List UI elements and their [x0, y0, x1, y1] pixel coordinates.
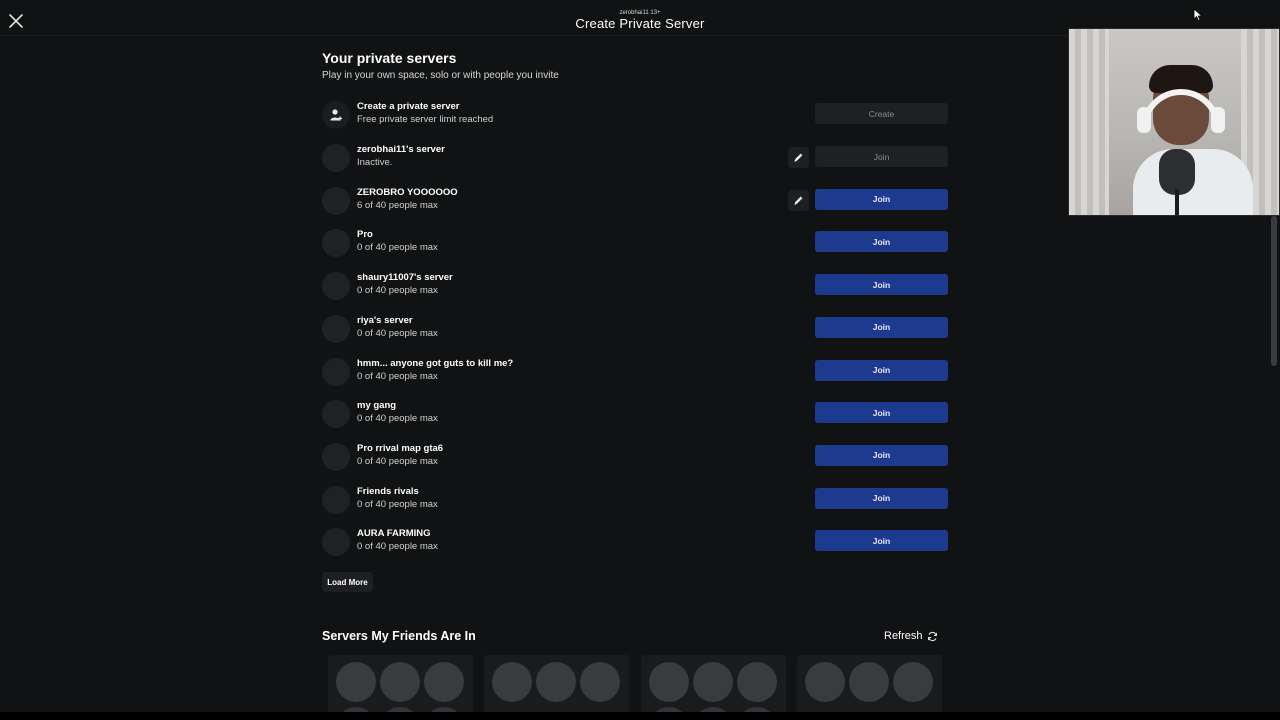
person-add-icon	[330, 109, 342, 121]
server-row: my gang 0 of 40 people max Join	[322, 399, 948, 429]
friend-server-card[interactable]	[641, 655, 786, 715]
server-row: hmm... anyone got guts to kill me? 0 of 4…	[322, 357, 948, 387]
server-name: my gang	[357, 400, 397, 412]
friend-avatar	[380, 662, 420, 702]
server-name: Friends rivals	[357, 485, 419, 497]
server-status: 0 of 40 people max	[357, 455, 438, 467]
load-more-button[interactable]: Load More	[322, 572, 373, 592]
headphone-ear	[1137, 107, 1151, 133]
server-avatar	[322, 229, 350, 258]
server-name: Pro	[357, 229, 373, 241]
join-button[interactable]: Join	[815, 274, 948, 296]
server-status: 0 of 40 people max	[357, 498, 438, 510]
server-status: 6 of 40 people max	[357, 199, 438, 211]
private-servers-subtitle: Play in your own space, solo or with peo…	[322, 70, 559, 81]
server-avatar	[322, 272, 350, 301]
join-button[interactable]: Join	[815, 146, 948, 167]
server-name: zerobhai11's server	[357, 144, 445, 155]
refresh-button[interactable]: Refresh	[884, 627, 948, 645]
server-avatar	[322, 357, 350, 386]
create-button[interactable]: Create	[815, 103, 948, 124]
server-row: shaury11007's server 0 of 40 people max Jo…	[322, 271, 948, 301]
mouse-cursor-icon	[1193, 8, 1203, 22]
friend-server-card[interactable]	[328, 655, 473, 715]
server-avatar	[322, 528, 350, 557]
friend-avatar	[849, 662, 889, 702]
server-row: Pro 0 of 40 people max Join	[322, 228, 948, 258]
server-status: 0 of 40 people max	[357, 327, 438, 339]
friends-servers-title: Servers My Friends Are In	[322, 629, 476, 643]
create-server-label: Create a private server	[357, 101, 460, 112]
join-button[interactable]: Join	[815, 487, 948, 509]
bottom-strip	[0, 712, 1280, 720]
server-name: Pro rrival map gta6	[357, 442, 444, 454]
friend-server-card[interactable]	[484, 655, 629, 715]
server-status: 0 of 40 people max	[357, 541, 438, 553]
server-row: AURA FARMING 0 of 40 people max Join	[322, 527, 948, 557]
create-server-status: Free private server limit reached	[357, 114, 494, 125]
server-avatar	[322, 186, 350, 215]
create-server-row: Create a private server Free private ser…	[322, 100, 948, 130]
friend-avatar	[893, 662, 933, 702]
main-content: Your private servers Play in your own sp…	[322, 50, 948, 715]
friend-avatar	[693, 662, 733, 702]
refresh-icon	[927, 631, 937, 641]
friend-avatar	[737, 662, 777, 702]
create-server-avatar	[322, 101, 350, 129]
server-row: zerobhai11's server Inactive. Join	[322, 143, 948, 173]
friend-avatar	[336, 662, 376, 702]
server-avatar	[322, 485, 350, 514]
server-status: Inactive.	[357, 157, 393, 168]
join-button[interactable]: Join	[815, 316, 948, 338]
join-button[interactable]: Join	[815, 530, 948, 552]
friend-avatar	[649, 662, 689, 702]
friend-avatar	[424, 662, 464, 702]
friend-avatar	[536, 662, 576, 702]
webcam-overlay	[1068, 28, 1280, 216]
pencil-icon	[794, 196, 803, 205]
webcam-background	[1069, 29, 1109, 215]
server-row: ZEROBRO YOOOOOO 6 of 40 people max Join	[322, 186, 948, 216]
server-status: 0 of 40 people max	[357, 242, 438, 254]
join-button[interactable]: Join	[815, 188, 948, 210]
server-name: riya's server	[357, 314, 413, 326]
server-avatar	[322, 314, 350, 343]
friend-avatar	[580, 662, 620, 702]
refresh-label: Refresh	[884, 630, 923, 642]
friend-avatar	[805, 662, 845, 702]
server-avatar	[322, 442, 350, 471]
server-name: ZEROBRO YOOOOOO	[357, 186, 458, 198]
server-name: shaury11007's server	[357, 272, 453, 284]
server-row: Friends rivals 0 of 40 people max Join	[322, 485, 948, 515]
join-button[interactable]: Join	[815, 359, 948, 381]
pencil-icon	[794, 153, 803, 162]
server-row: Pro rrival map gta6 0 of 40 people max Joi…	[322, 442, 948, 472]
join-button[interactable]: Join	[815, 444, 948, 466]
server-name: AURA FARMING	[357, 528, 431, 540]
private-servers-title: Your private servers	[322, 50, 457, 66]
edit-server-button[interactable]	[788, 147, 809, 168]
scrollbar[interactable]	[1271, 216, 1277, 366]
headphone-ear	[1211, 107, 1225, 133]
friend-avatar	[492, 662, 532, 702]
join-button[interactable]: Join	[815, 402, 948, 424]
server-avatar	[322, 144, 350, 172]
server-status: 0 of 40 people max	[357, 370, 438, 382]
microphone-stand	[1175, 189, 1179, 215]
server-status: 0 of 40 people max	[357, 285, 438, 297]
server-row: riya's server 0 of 40 people max Join	[322, 314, 948, 344]
edit-server-button[interactable]	[788, 189, 809, 211]
server-avatar	[322, 400, 350, 429]
server-name: hmm... anyone got guts to kill me?	[357, 357, 514, 369]
join-button[interactable]: Join	[815, 231, 948, 253]
server-status: 0 of 40 people max	[357, 413, 438, 425]
friend-server-card[interactable]	[797, 655, 942, 715]
